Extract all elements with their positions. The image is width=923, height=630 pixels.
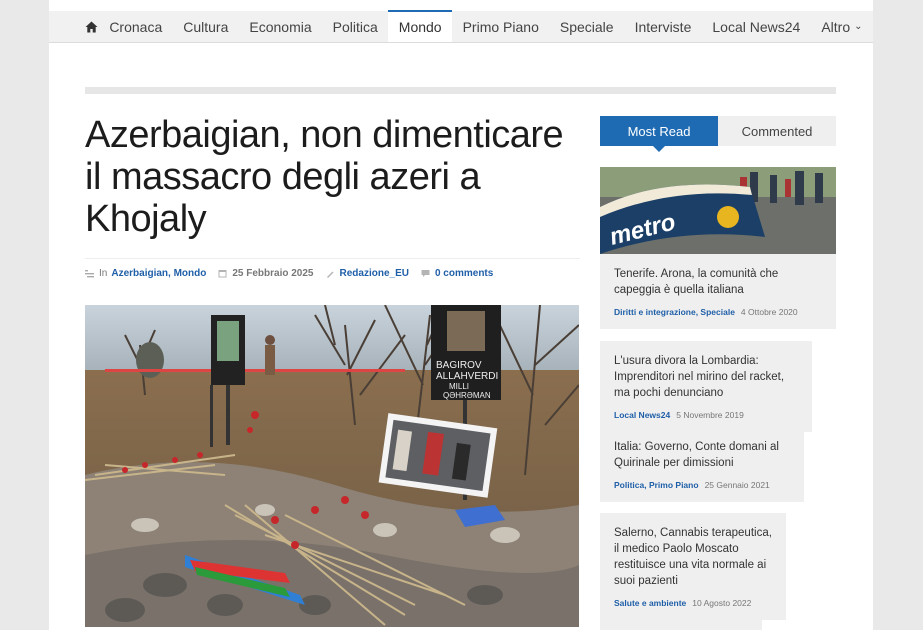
meta-comments-link[interactable]: 0 comments xyxy=(435,268,493,279)
card-date: 25 Gennaio 2021 xyxy=(704,480,770,490)
home-icon xyxy=(85,21,98,32)
meta-in-label: In xyxy=(99,268,108,279)
article-meta: In Azerbaigian, Mondo 25 Febbraio 2025 R… xyxy=(85,268,580,279)
card-meta: Diritti e integrazione, Speciale 4 Ottobr… xyxy=(614,307,822,317)
card-title[interactable]: Italia: Governo, Conte domani al Quirina… xyxy=(614,439,790,471)
nav-item-cronaca[interactable]: Cronaca xyxy=(99,11,173,42)
folder-icon xyxy=(85,270,94,278)
card-category-link[interactable]: Politica, Primo Piano xyxy=(614,480,699,490)
article-title: Azerbaigian, non dimenticare il massacro… xyxy=(85,114,564,240)
card-category-link[interactable]: Local News24 xyxy=(614,410,670,420)
card-title[interactable]: L'usura divora la Lombardia: Imprenditor… xyxy=(614,353,798,401)
calendar-icon xyxy=(218,270,227,278)
content-divider xyxy=(85,87,836,94)
card-date: 5 Novembre 2019 xyxy=(676,410,744,420)
list-item-partial[interactable] xyxy=(600,616,762,630)
nav-item-speciale[interactable]: Speciale xyxy=(549,11,624,42)
list-item[interactable]: Italia: Governo, Conte domani al Quirina… xyxy=(600,427,804,502)
tab-most-read[interactable]: Most Read xyxy=(600,116,718,152)
sidebar-thumbnail[interactable]: metro xyxy=(600,167,836,254)
memorial-photo: BAGIROV ALLAHVERDI MILLI QƏHRƏMAN xyxy=(85,305,579,627)
nav-item-local-news24[interactable]: Local News24 xyxy=(702,11,811,42)
sidebar-tabs: Most Read Commented xyxy=(600,116,836,152)
card-category-link[interactable]: Diritti e integrazione, Speciale xyxy=(614,307,735,317)
nav-item-altro-label: Altro xyxy=(821,18,851,35)
sign-text-3: MILLI xyxy=(449,382,469,391)
card-date: 4 Ottobre 2020 xyxy=(740,307,798,317)
meta-author-link[interactable]: Redazione_EU xyxy=(340,268,409,279)
comment-icon xyxy=(421,270,430,277)
chevron-down-icon: ⌄ xyxy=(854,21,863,32)
sign-text-1: BAGIROV xyxy=(436,360,482,371)
list-item[interactable]: Tenerife. Arona, la comunità che capeggi… xyxy=(600,254,836,329)
nav-item-primo-piano[interactable]: Primo Piano xyxy=(452,11,549,42)
card-meta: Local News24 5 Novembre 2019 xyxy=(614,410,798,420)
card-category-link[interactable]: Salute e ambiente xyxy=(614,598,686,608)
meta-date: 25 Febbraio 2025 xyxy=(232,268,314,279)
card-title[interactable]: Tenerife. Arona, la comunità che capeggi… xyxy=(614,266,822,298)
list-item[interactable]: L'usura divora la Lombardia: Imprenditor… xyxy=(600,341,812,432)
tab-commented[interactable]: Commented xyxy=(718,116,836,146)
nav-item-mondo[interactable]: Mondo xyxy=(388,10,453,42)
card-meta: Salute e ambiente 10 Agosto 2022 xyxy=(614,598,772,608)
card-title[interactable]: Salerno, Cannabis terapeutica, il medico… xyxy=(614,525,772,589)
author-icon xyxy=(326,271,333,278)
sign-text-2: ALLAHVERDI xyxy=(436,371,498,382)
nav-item-interviste[interactable]: Interviste xyxy=(624,11,702,42)
article-hero-image: BAGIROV ALLAHVERDI MILLI QƏHRƏMAN xyxy=(85,305,579,627)
nav-item-economia[interactable]: Economia xyxy=(239,11,322,42)
nav-item-politica[interactable]: Politica xyxy=(322,11,388,42)
card-date: 10 Agosto 2022 xyxy=(692,598,752,608)
page: Cronaca Cultura Economia Politica Mondo … xyxy=(49,0,873,630)
meta-divider xyxy=(85,258,580,259)
nav-item-altro[interactable]: Altro ⌄ xyxy=(811,11,873,42)
list-item[interactable]: Salerno, Cannabis terapeutica, il medico… xyxy=(600,513,786,620)
sign-text-4: QƏHRƏMAN xyxy=(443,391,491,400)
main-nav: Cronaca Cultura Economia Politica Mondo … xyxy=(49,10,873,43)
top-strip xyxy=(49,0,873,11)
metro-thumbnail: metro xyxy=(600,167,836,254)
nav-item-cultura[interactable]: Cultura xyxy=(173,11,239,42)
card-meta: Politica, Primo Piano 25 Gennaio 2021 xyxy=(614,480,790,490)
nav-home[interactable] xyxy=(85,11,99,42)
meta-categories-link[interactable]: Azerbaigian, Mondo xyxy=(111,268,206,279)
